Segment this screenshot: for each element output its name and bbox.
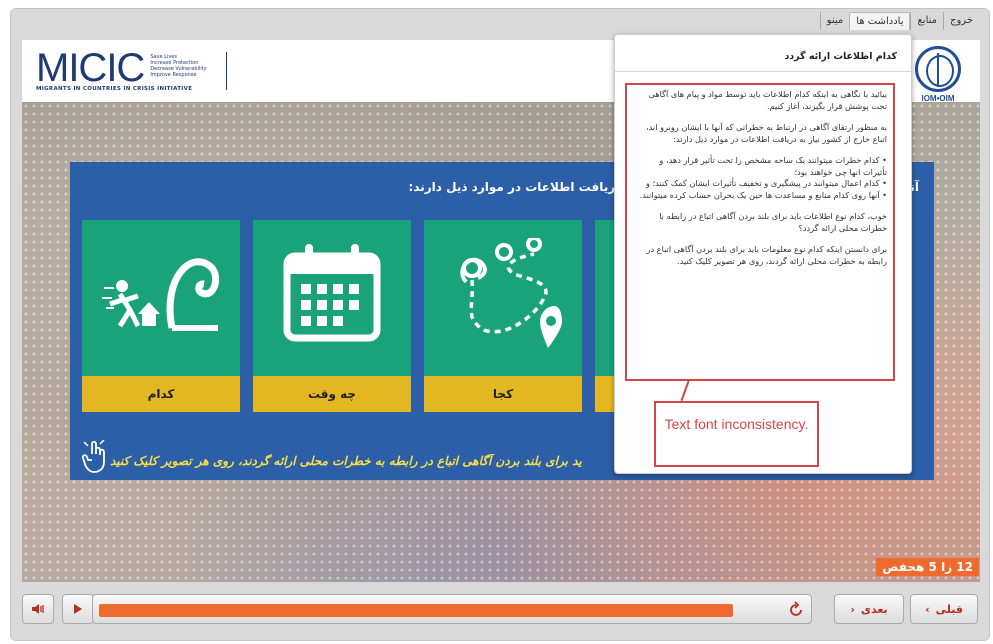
top-menu: خروج منابع یادداشت ها مینو bbox=[819, 12, 979, 30]
popup-list-item: کدام اعمال میتوانند در پیشگیری و تخفیف ت… bbox=[633, 178, 887, 190]
speaker-mute-icon bbox=[32, 604, 44, 614]
chevron-left-icon: ‹ bbox=[850, 602, 855, 616]
progress-fill bbox=[99, 604, 733, 617]
card-label: کدام bbox=[82, 376, 240, 412]
popup-paragraph: بیائید با نگاهی به اینکه کدام اطلاعات با… bbox=[648, 89, 887, 111]
card-where[interactable]: کجا bbox=[424, 220, 582, 412]
chevron-right-icon: › bbox=[925, 602, 930, 616]
card-label: کجا bbox=[424, 376, 582, 412]
mute-button[interactable] bbox=[22, 594, 54, 624]
hazard-wave-icon bbox=[102, 258, 220, 331]
popup-paragraph: به منظور ارتقای آگاهی در ارتباط به خطرات… bbox=[645, 122, 887, 144]
player-controls: بعدی ‹ قبلی › bbox=[22, 592, 980, 632]
review-annotation: Text font inconsistency. bbox=[654, 401, 819, 467]
micic-logo: MICIC Save Lives Increase Protection Dec… bbox=[36, 48, 207, 88]
progress-track[interactable] bbox=[92, 594, 812, 624]
hand-pointer-icon bbox=[82, 440, 105, 473]
tab-notes[interactable]: یادداشت ها bbox=[849, 12, 911, 30]
next-button[interactable]: بعدی ‹ bbox=[834, 594, 904, 624]
tab-menu[interactable]: مینو bbox=[819, 12, 850, 30]
map-route-icon bbox=[460, 238, 562, 348]
play-button[interactable] bbox=[62, 594, 94, 624]
next-label: بعدی bbox=[860, 602, 888, 616]
popup-divider bbox=[615, 71, 911, 72]
popup-list-item: کدام خطرات میتوانند یک ساحه مشخص را تحت … bbox=[633, 155, 887, 178]
tab-exit[interactable]: خروج bbox=[943, 12, 979, 30]
popup-list-item: آنها روی کدام منابع و مساعدت ها حین یک ب… bbox=[633, 190, 887, 202]
tab-resources[interactable]: منابع bbox=[910, 12, 943, 30]
card-when[interactable]: چه وقت bbox=[253, 220, 411, 412]
popup-list: کدام خطرات میتوانند یک ساحه مشخص را تحت … bbox=[633, 155, 887, 201]
page-indicator: 12 زا 5 هحفص bbox=[876, 558, 979, 576]
iom-globe-icon bbox=[915, 46, 961, 92]
calendar-icon bbox=[283, 244, 381, 342]
micic-wordmark: MICIC bbox=[36, 46, 145, 90]
iom-logo: IOM•OIM bbox=[908, 46, 968, 103]
logo-divider bbox=[226, 52, 227, 90]
micic-subtitle: MIGRANTS IN COUNTRIES IN CRISIS INITIATI… bbox=[36, 86, 193, 92]
card-label: چه وقت bbox=[253, 376, 411, 412]
popup-paragraph: خوب، کدام نوع اطلاعات باید برای بلند برد… bbox=[659, 211, 887, 233]
tagline-line: Improve Response bbox=[150, 72, 197, 78]
play-icon bbox=[74, 604, 82, 614]
micic-tagline: Save Lives Increase Protection Decrease … bbox=[150, 54, 206, 78]
popup-paragraph: برای دانستن اینکه کدام نوع معلومات باید … bbox=[646, 244, 887, 266]
popup-title: کدام اطلاعات ارائه گردد bbox=[784, 51, 897, 62]
prev-label: قبلی bbox=[935, 602, 963, 616]
card-which[interactable]: کدام bbox=[82, 220, 240, 412]
previous-button[interactable]: قبلی › bbox=[910, 594, 978, 624]
popup-body: بیائید با نگاهی به اینکه کدام اطلاعات با… bbox=[625, 83, 895, 381]
replay-icon[interactable] bbox=[787, 601, 805, 619]
